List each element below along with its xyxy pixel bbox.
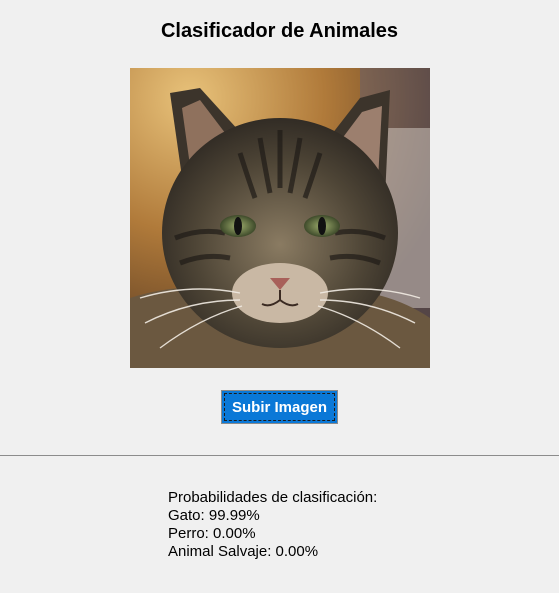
- result-cat: Gato: 99.99%: [168, 507, 260, 524]
- app-title: Clasificador de Animales: [160, 20, 399, 42]
- results-heading: Probabilidades de clasificación:: [168, 489, 378, 506]
- upload-image-button[interactable]: Subir Imagen: [221, 390, 338, 424]
- section-divider: [0, 455, 559, 456]
- result-dog: Perro: 0.00%: [168, 525, 256, 542]
- classification-results: Probabilidades de clasificación: Gato: 9…: [168, 489, 377, 561]
- cat-photo-image: [130, 68, 430, 368]
- result-wild-animal: Animal Salvaje: 0.00%: [168, 543, 319, 560]
